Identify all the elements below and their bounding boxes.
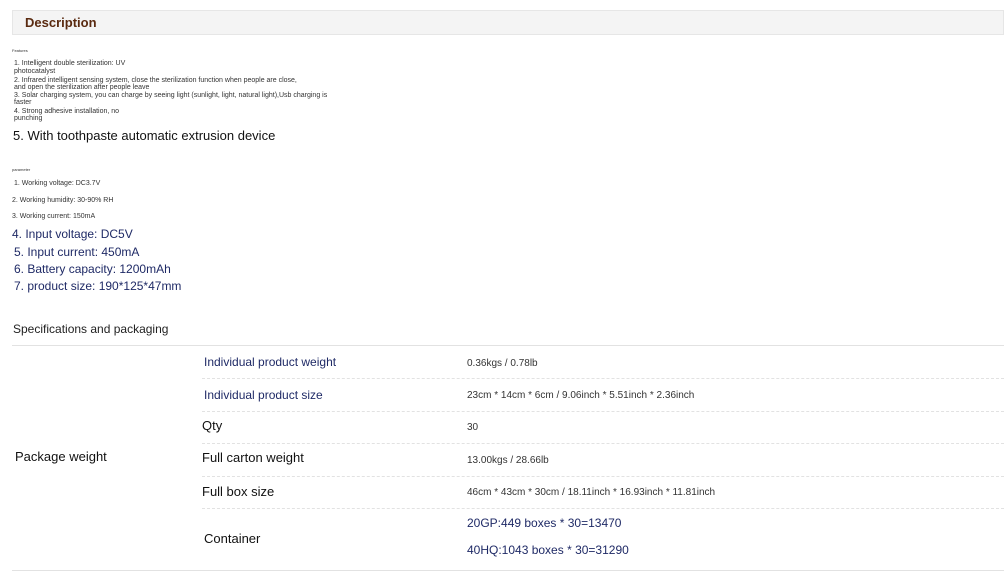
- specs-heading: Specifications and packaging: [13, 322, 169, 336]
- table-divider: [12, 570, 1004, 571]
- spec-row-label: Individual product weight: [204, 355, 337, 369]
- spec-row-value: 46cm * 43cm * 30cm / 18.11inch * 16.93in…: [467, 487, 716, 498]
- container-value: 40HQ:1043 boxes * 30=31290: [467, 543, 629, 557]
- spec-row-value: 30: [467, 422, 479, 433]
- spec-row-label: Full box size: [202, 484, 275, 499]
- description-header: Description: [12, 10, 1004, 35]
- features-heading: Features: [12, 48, 28, 53]
- parameter-heading: parameter: [12, 167, 31, 172]
- spec-row-label: Individual product size: [204, 388, 323, 402]
- parameter-line-large: 4. Input voltage: DC5V: [12, 227, 133, 241]
- feature-line: punching: [14, 115, 43, 122]
- feature-line: 4. Strong adhesive installation, no: [14, 108, 120, 115]
- table-divider: [202, 411, 1004, 412]
- feature-line: 2. Infrared intelligent sensing system, …: [14, 77, 297, 84]
- table-divider: [202, 508, 1004, 509]
- table-divider: [12, 345, 1004, 346]
- parameter-line: 3. Working current: 150mA: [12, 213, 96, 220]
- feature-line: photocatalyst: [14, 68, 56, 75]
- spec-row-value: 0.36kgs / 0.78lb: [467, 358, 538, 369]
- parameter-line: 2. Working humidity: 30-90% RH: [12, 197, 114, 204]
- spec-row-value: 23cm * 14cm * 6cm / 9.06inch * 5.51inch …: [467, 390, 695, 401]
- table-divider: [202, 443, 1004, 444]
- description-title: Description: [25, 15, 97, 30]
- package-weight-label: Package weight: [15, 449, 107, 464]
- table-divider: [202, 378, 1004, 379]
- spec-row-label: Qty: [202, 418, 223, 433]
- parameter-line-large: 7. product size: 190*125*47mm: [14, 279, 182, 293]
- container-value: 20GP:449 boxes * 30=13470: [467, 516, 622, 530]
- specs-table: Package weight Individual product weight…: [12, 345, 1004, 571]
- parameter-line-large: 5. Input current: 450mA: [14, 245, 140, 259]
- feature-line: faster: [14, 99, 32, 106]
- container-label: Container: [204, 531, 261, 546]
- feature-line: 3. Solar charging system, you can charge…: [14, 92, 328, 99]
- parameter-line: 1. Working voltage: DC3.7V: [14, 180, 101, 187]
- spec-row-label: Full carton weight: [202, 450, 304, 465]
- parameter-line-large: 6. Battery capacity: 1200mAh: [14, 262, 171, 276]
- spec-row-value: 13.00kgs / 28.66lb: [467, 455, 549, 466]
- feature-line-large: 5. With toothpaste automatic extrusion d…: [13, 128, 276, 143]
- feature-line: 1. Intelligent double sterilization: UV: [14, 60, 126, 67]
- feature-line: and open the sterilization after people …: [14, 84, 150, 91]
- table-divider: [202, 476, 1004, 477]
